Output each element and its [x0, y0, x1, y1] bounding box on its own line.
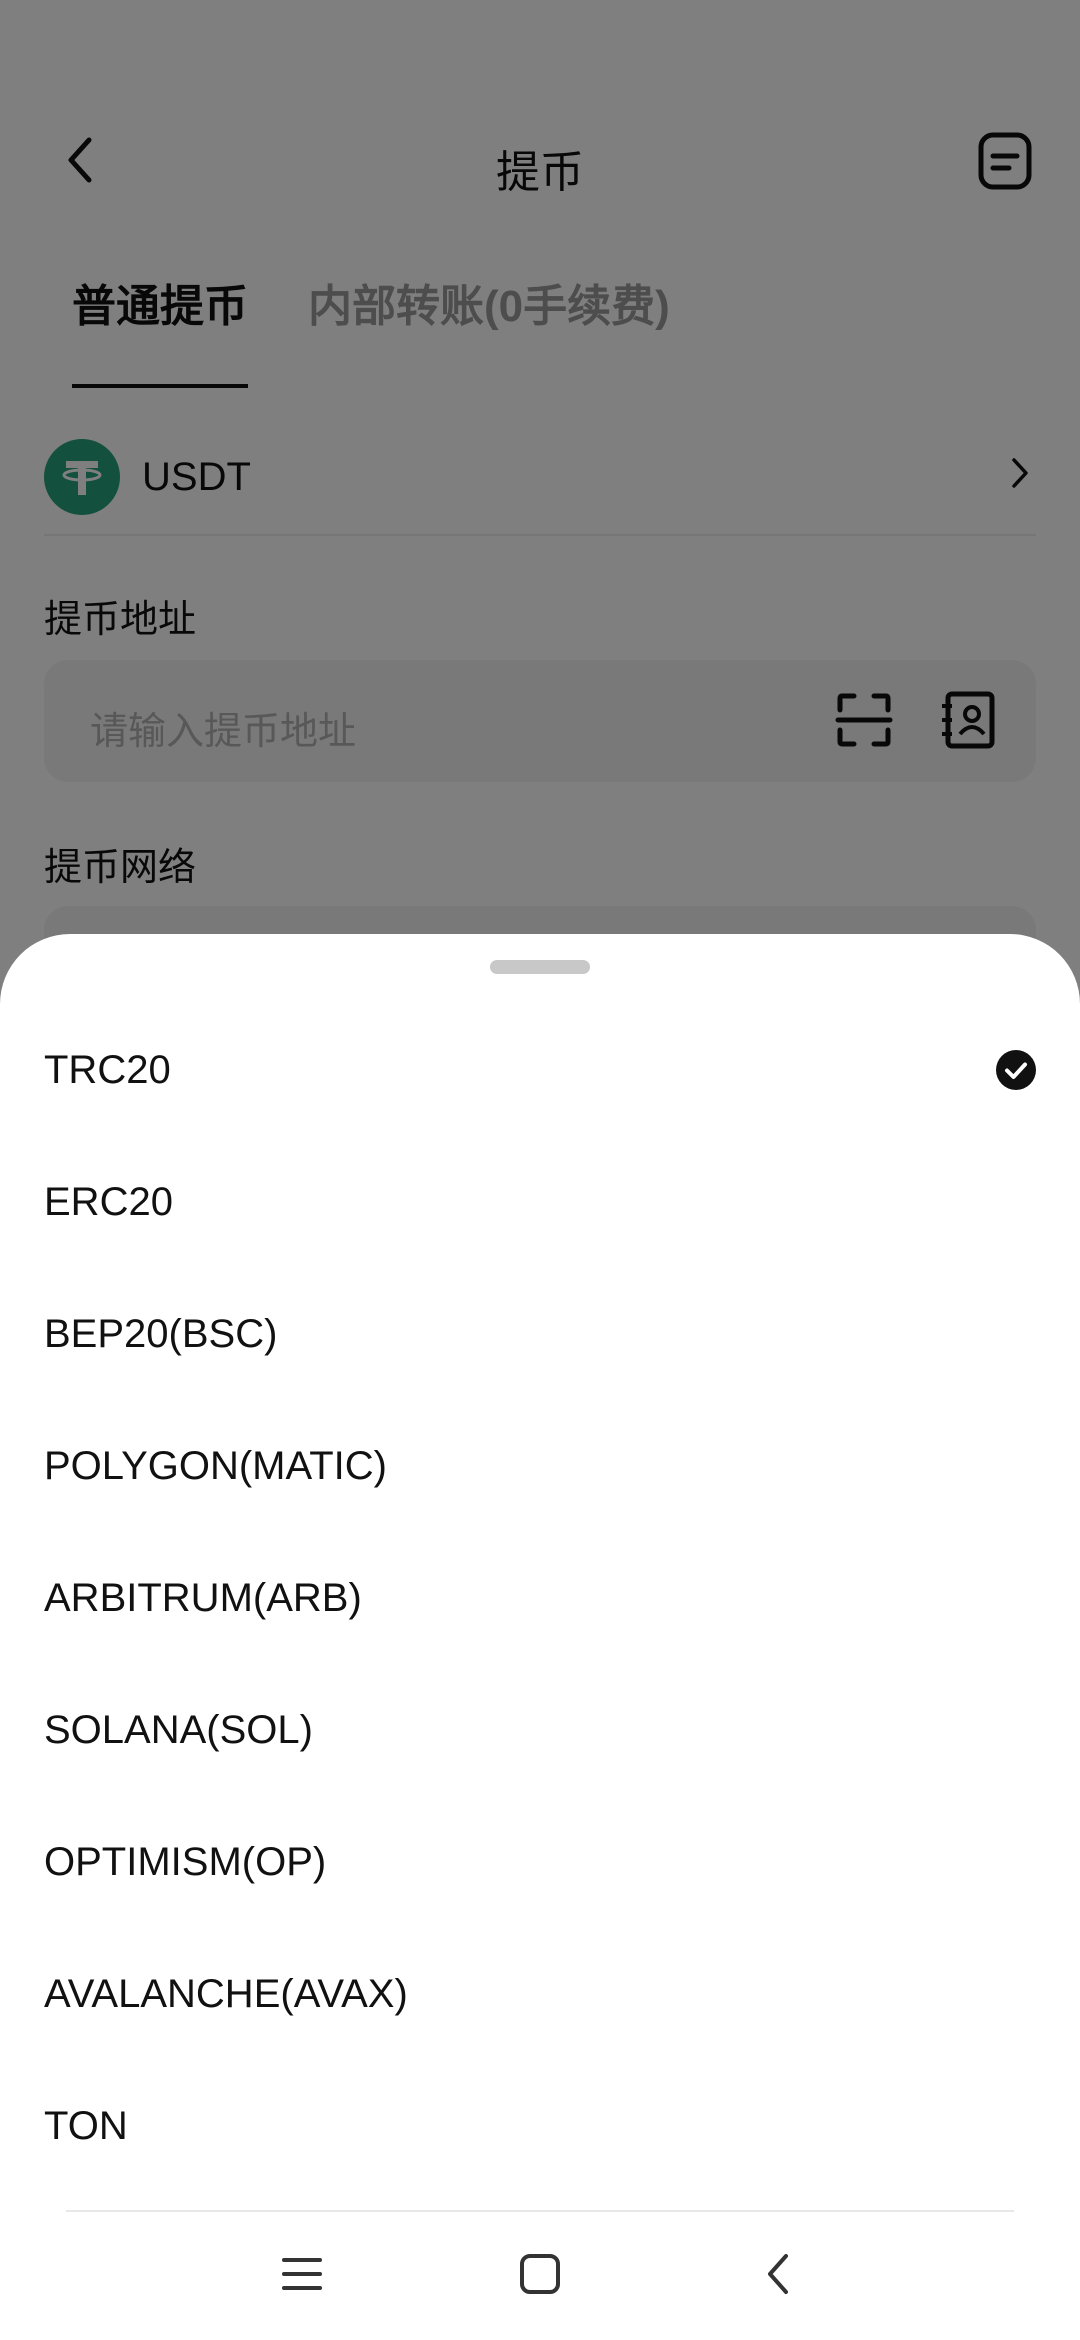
network-option-erc20[interactable]: ERC20 [0, 1136, 1080, 1268]
network-option-trc20[interactable]: TRC20 [0, 1004, 1080, 1136]
network-option-label: SOLANA(SOL) [44, 1707, 313, 1752]
home-square-icon [520, 2254, 560, 2294]
network-option-label: BEP20(BSC) [44, 1311, 278, 1356]
check-circle-icon [996, 1050, 1036, 1090]
menu-icon [282, 2258, 322, 2290]
network-option-solana[interactable]: SOLANA(SOL) [0, 1664, 1080, 1796]
network-option-label: TRC20 [44, 1047, 171, 1092]
network-option-polygon[interactable]: POLYGON(MATIC) [0, 1400, 1080, 1532]
network-option-label: TON [44, 2103, 128, 2148]
network-option-ton[interactable]: TON [0, 2060, 1080, 2192]
nav-menu-button[interactable] [272, 2244, 332, 2304]
back-arrow-icon [768, 2254, 788, 2294]
nav-back-button[interactable] [748, 2244, 808, 2304]
network-option-bep20[interactable]: BEP20(BSC) [0, 1268, 1080, 1400]
network-list: TRC20 ERC20 BEP20(BSC) POLYGON(MATIC) AR… [0, 1004, 1080, 2192]
network-option-arbitrum[interactable]: ARBITRUM(ARB) [0, 1532, 1080, 1664]
network-picker-sheet: TRC20 ERC20 BEP20(BSC) POLYGON(MATIC) AR… [0, 934, 1080, 2340]
network-option-optimism[interactable]: OPTIMISM(OP) [0, 1796, 1080, 1928]
system-nav-bar [0, 2210, 1080, 2340]
sheet-handle[interactable] [490, 960, 590, 974]
network-option-label: OPTIMISM(OP) [44, 1839, 327, 1884]
nav-home-button[interactable] [510, 2244, 570, 2304]
network-option-label: POLYGON(MATIC) [44, 1443, 387, 1488]
network-option-label: AVALANCHE(AVAX) [44, 1971, 408, 2016]
network-option-label: ARBITRUM(ARB) [44, 1575, 362, 1620]
network-option-label: ERC20 [44, 1179, 173, 1224]
network-option-avalanche[interactable]: AVALANCHE(AVAX) [0, 1928, 1080, 2060]
